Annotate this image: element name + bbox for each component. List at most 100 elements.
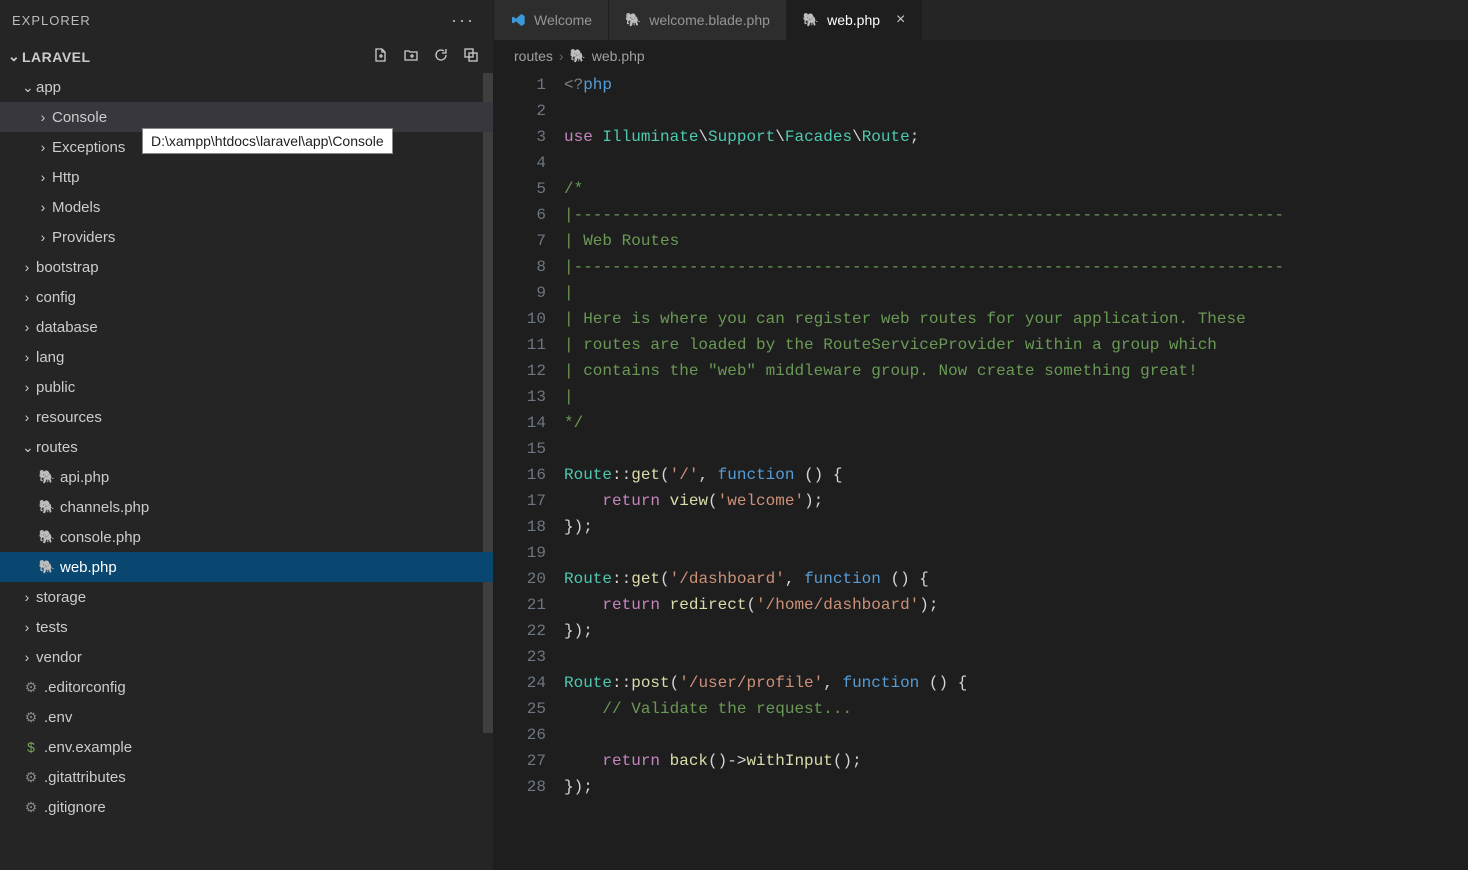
folder-node[interactable]: ›Models — [0, 192, 493, 222]
folder-node[interactable]: ›Http — [0, 162, 493, 192]
chevron-icon: › — [22, 409, 32, 425]
line-numbers: 1234567891011121314151617181920212223242… — [494, 72, 564, 870]
breadcrumb-seg[interactable]: routes — [514, 48, 553, 64]
tab-label: Welcome — [534, 12, 592, 28]
editor-area: Welcome 🐘 welcome.blade.php 🐘 web.php × route… — [494, 0, 1468, 870]
tab-welcome-blade-php[interactable]: 🐘 welcome.blade.php — [609, 0, 787, 40]
node-label: tests — [36, 619, 68, 636]
breadcrumb[interactable]: routes › 🐘 web.php — [494, 40, 1468, 72]
node-label: Http — [52, 169, 80, 186]
node-label: config — [36, 289, 76, 306]
node-label: api.php — [60, 469, 109, 486]
node-label: .env.example — [44, 739, 132, 756]
close-icon[interactable]: × — [896, 11, 905, 29]
node-label: .env — [44, 709, 72, 726]
chevron-icon: ⌄ — [22, 439, 32, 456]
chevron-icon: › — [22, 619, 32, 635]
node-label: web.php — [60, 559, 117, 576]
gear-icon: ⚙ — [22, 709, 40, 726]
code-content[interactable]: <?php use Illuminate\Support\Facades\Rou… — [564, 72, 1468, 870]
node-label: Console — [52, 109, 107, 126]
php-icon: 🐘 — [38, 529, 56, 545]
node-label: .editorconfig — [44, 679, 126, 696]
node-label: bootstrap — [36, 259, 99, 276]
folder-node[interactable]: ›vendor — [0, 642, 493, 672]
node-label: resources — [36, 409, 102, 426]
folder-node[interactable]: ›public — [0, 372, 493, 402]
php-icon: 🐘 — [38, 559, 56, 575]
folder-node[interactable]: ›resources — [0, 402, 493, 432]
php-icon: 🐘 — [803, 12, 819, 28]
vscode-icon — [510, 12, 526, 28]
gear-icon: ⚙ — [22, 769, 40, 786]
file-node[interactable]: ⚙.gitattributes — [0, 762, 493, 792]
chevron-icon: › — [22, 319, 32, 335]
refresh-icon[interactable] — [433, 47, 449, 66]
file-node[interactable]: $.env.example — [0, 732, 493, 762]
chevron-icon: › — [38, 199, 48, 215]
php-icon: 🐘 — [570, 48, 586, 64]
dollar-icon: $ — [22, 739, 40, 755]
folder-node[interactable]: ›lang — [0, 342, 493, 372]
path-tooltip: D:\xampp\htdocs\laravel\app\Console — [142, 128, 393, 154]
file-node[interactable]: 🐘channels.php — [0, 492, 493, 522]
node-label: .gitattributes — [44, 769, 126, 786]
node-label: Providers — [52, 229, 115, 246]
node-label: console.php — [60, 529, 141, 546]
more-icon[interactable]: ··· — [451, 10, 475, 31]
node-label: .gitignore — [44, 799, 106, 816]
chevron-icon: › — [22, 379, 32, 395]
tab-web-php[interactable]: 🐘 web.php × — [787, 0, 922, 40]
folder-node[interactable]: ⌄app — [0, 72, 493, 102]
breadcrumb-seg[interactable]: web.php — [592, 48, 645, 64]
chevron-icon: › — [22, 349, 32, 365]
folder-node[interactable]: ›Providers — [0, 222, 493, 252]
node-label: storage — [36, 589, 86, 606]
chevron-right-icon: › — [559, 48, 564, 64]
chevron-icon: › — [22, 289, 32, 305]
file-node[interactable]: 🐘console.php — [0, 522, 493, 552]
php-icon: 🐘 — [38, 469, 56, 485]
node-label: public — [36, 379, 75, 396]
folder-node[interactable]: ›tests — [0, 612, 493, 642]
php-icon: 🐘 — [625, 12, 641, 28]
chevron-icon: › — [22, 589, 32, 605]
chevron-down-icon[interactable]: ⌄ — [8, 48, 18, 65]
chevron-icon: › — [38, 109, 48, 125]
new-file-icon[interactable] — [373, 47, 389, 66]
tab-label: welcome.blade.php — [649, 12, 770, 28]
gear-icon: ⚙ — [22, 679, 40, 696]
file-node[interactable]: ⚙.gitignore — [0, 792, 493, 822]
new-folder-icon[interactable] — [403, 47, 419, 66]
node-label: Exceptions — [52, 139, 125, 156]
chevron-icon: › — [38, 229, 48, 245]
chevron-icon: ⌄ — [22, 79, 32, 96]
chevron-icon: › — [22, 259, 32, 275]
project-name: LARAVEL — [22, 49, 91, 65]
explorer-title: EXPLORER — [12, 13, 91, 28]
chevron-icon: › — [22, 649, 32, 665]
tab-label: web.php — [827, 12, 880, 28]
file-node[interactable]: ⚙.env — [0, 702, 493, 732]
php-icon: 🐘 — [38, 499, 56, 515]
tab-welcome[interactable]: Welcome — [494, 0, 609, 40]
folder-node[interactable]: ›database — [0, 312, 493, 342]
folder-node[interactable]: ›bootstrap — [0, 252, 493, 282]
folder-node[interactable]: ›storage — [0, 582, 493, 612]
node-label: vendor — [36, 649, 82, 666]
explorer-sidebar: EXPLORER ··· ⌄ LARAVEL ⌄app›Console›Exce… — [0, 0, 494, 870]
node-label: database — [36, 319, 98, 336]
folder-node[interactable]: ›config — [0, 282, 493, 312]
node-label: Models — [52, 199, 100, 216]
node-label: routes — [36, 439, 78, 456]
node-label: lang — [36, 349, 64, 366]
file-node[interactable]: ⚙.editorconfig — [0, 672, 493, 702]
file-node[interactable]: 🐘web.php — [0, 552, 493, 582]
chevron-icon: › — [38, 139, 48, 155]
file-node[interactable]: 🐘api.php — [0, 462, 493, 492]
file-tree: ⌄app›Console›Exceptions›Http›Models›Prov… — [0, 72, 493, 870]
tab-bar: Welcome 🐘 welcome.blade.php 🐘 web.php × — [494, 0, 1468, 40]
code-editor[interactable]: 1234567891011121314151617181920212223242… — [494, 72, 1468, 870]
folder-node[interactable]: ⌄routes — [0, 432, 493, 462]
collapse-icon[interactable] — [463, 47, 479, 66]
